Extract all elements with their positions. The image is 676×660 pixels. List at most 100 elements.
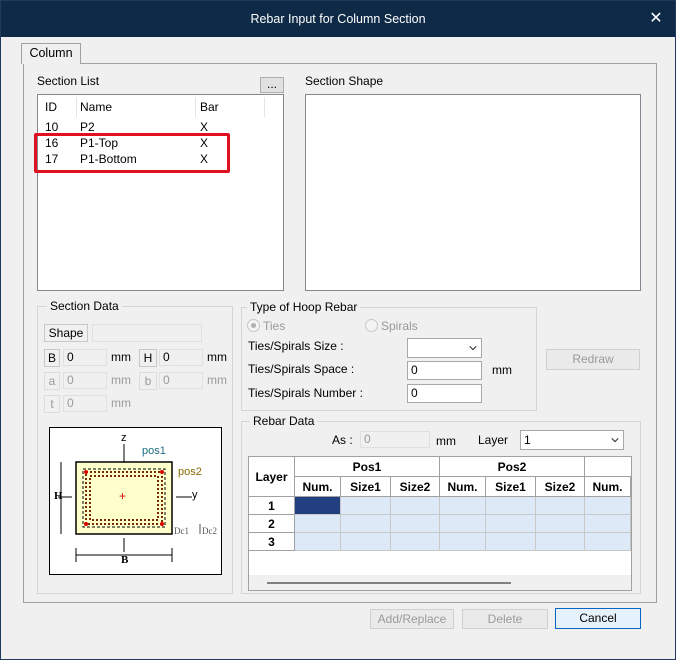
pos1-label: pos1 [142,445,166,457]
grid-cell[interactable] [536,515,585,533]
grid-cell[interactable] [391,533,440,551]
horizontal-scrollbar-thumb[interactable] [267,582,511,584]
a-field: 0 [63,372,107,389]
grid-subheader: Num. [295,477,341,497]
spirals-label: Spirals [381,319,418,333]
column-section-drawing [58,444,201,562]
b-field[interactable]: 0 [63,349,107,366]
as-field: 0 [360,431,430,448]
cover-dc1-label: Dc1 [174,526,189,536]
section-data-title: Section Data [47,299,122,313]
spirals-radio[interactable] [365,319,378,332]
add-replace-button[interactable]: Add/Replace [370,609,454,629]
grid-cell[interactable] [341,515,391,533]
hoop-rebar-title: Type of Hoop Rebar [247,300,361,314]
chevron-down-icon [611,438,619,443]
header-divider [195,97,196,117]
cancel-button[interactable]: Cancel [555,608,641,629]
grid-subheader: Size1 [486,477,536,497]
a-label: a [44,372,60,390]
layer-label: Layer [478,433,509,447]
section-shape-preview [305,94,641,291]
center-mark: + [119,489,127,503]
grid-subheader: Size2 [391,477,440,497]
grid-cell[interactable] [295,515,341,533]
column-header-id[interactable]: ID [45,100,57,114]
grid-subheader: Num. [585,477,631,497]
redraw-button[interactable]: Redraw [546,349,640,370]
section-diagram: z y pos1 pos2 H B + Dc1 Dc2 [49,427,222,575]
tab-column[interactable]: Column [21,43,81,64]
layer-dropdown[interactable]: 1 [520,430,624,450]
shape-field [92,324,202,342]
grid-header-pos2: Pos2 [440,457,585,477]
rebar-data-title: Rebar Data [250,414,318,428]
delete-button[interactable]: Delete [462,609,548,629]
grid-row-header[interactable]: 1 [249,497,295,515]
grid-cell[interactable] [486,497,536,515]
grid-subheader: Size2 [536,477,585,497]
space-unit: mm [492,363,512,377]
grid-header-pos3 [585,457,631,477]
grid-cell[interactable] [585,533,631,551]
z-axis-label: z [121,432,127,444]
h-unit: mm [207,350,227,364]
as-unit: mm [436,434,456,448]
h-field[interactable]: 0 [159,349,203,366]
pos2-label: pos2 [178,466,202,478]
shape-label: Shape [44,324,88,342]
grid-cell[interactable] [341,497,391,515]
bb-label: b [139,372,157,390]
browse-button[interactable]: ... [260,77,284,93]
grid-header-pos1: Pos1 [295,457,440,477]
t-label: t [44,395,60,413]
grid-cell[interactable] [391,515,440,533]
b-unit: mm [111,350,131,364]
bb-field: 0 [159,372,203,389]
rebar-data-grid[interactable]: Layer Pos1 Pos2 Num. Size1 Size2 Num. Si… [248,456,632,591]
grid-cell[interactable] [486,533,536,551]
column-header-bar[interactable]: Bar [200,100,219,114]
grid-cell[interactable] [295,497,341,515]
grid-subheader: Num. [440,477,486,497]
grid-cell[interactable] [440,515,486,533]
grid-cell[interactable] [536,533,585,551]
close-icon[interactable]: ✕ [645,8,667,30]
space-input[interactable]: 0 [407,361,482,380]
grid-cell[interactable] [440,533,486,551]
highlight-annotation [34,133,230,173]
grid-cell[interactable] [391,497,440,515]
b-label: B [44,349,60,367]
a-unit: mm [111,373,131,387]
grid-cell[interactable] [295,533,341,551]
column-header-name[interactable]: Name [80,100,112,114]
grid-subheader: Size1 [341,477,391,497]
size-dropdown[interactable] [407,338,482,358]
cover-dc2-label: Dc2 [202,526,217,536]
t-unit: mm [111,396,131,410]
section-shape-title: Section Shape [305,74,384,88]
grid-cell[interactable] [341,533,391,551]
height-dimension-label: H [54,490,63,502]
chevron-down-icon [469,346,477,351]
grid-cell[interactable] [486,515,536,533]
dialog-window: Rebar Input for Column Section ✕ Column … [0,0,676,660]
section-list[interactable]: ID Name Bar 10 P2 X 16 P1-Top X 17 P1-Bo… [37,94,284,291]
title-bar: Rebar Input for Column Section ✕ [1,1,675,37]
ties-radio[interactable] [247,319,260,332]
header-divider [264,97,265,117]
grid-row-header[interactable]: 2 [249,515,295,533]
ties-label: Ties [263,319,286,333]
grid-cell[interactable] [585,497,631,515]
window-title: Rebar Input for Column Section [250,12,426,26]
section-list-title: Section List [37,74,100,88]
t-field: 0 [63,395,107,412]
grid-row-header[interactable]: 3 [249,533,295,551]
number-input[interactable]: 0 [407,384,482,403]
grid-header-layer: Layer [249,457,295,497]
space-label: Ties/Spirals Space : [248,362,355,376]
size-label: Ties/Spirals Size : [248,339,344,353]
grid-cell[interactable] [585,515,631,533]
grid-cell[interactable] [440,497,486,515]
grid-cell[interactable] [536,497,585,515]
